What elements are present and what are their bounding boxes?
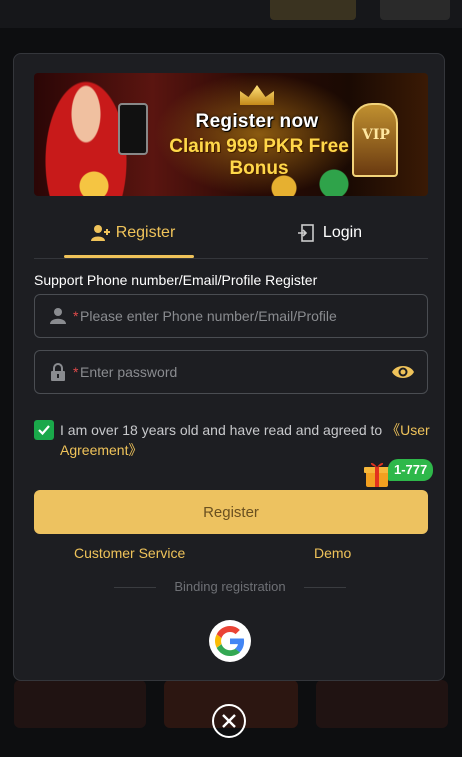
gift-icon[interactable] [364,460,390,488]
tab-register-label: Register [115,224,176,241]
close-modal-button[interactable] [212,704,246,738]
banner-headline: Register now [195,111,319,132]
auth-tabs: Register Login [34,210,428,259]
account-input[interactable] [80,295,380,337]
background-button [270,0,356,20]
show-password-eye-icon[interactable] [391,363,415,381]
login-door-icon [297,224,314,242]
promo-banner[interactable]: Register now Claim 999 PKR Free Bonus VI… [34,73,428,196]
agreement-checkbox[interactable] [34,420,54,440]
tab-register[interactable]: Register [34,210,231,256]
lock-icon [51,363,65,381]
checkmark-icon [38,425,50,436]
add-user-icon [90,225,110,241]
account-field: * [34,294,428,338]
register-modal: Register now Claim 999 PKR Free Bonus VI… [13,53,445,681]
agreement-text: I am over 18 years old and have read and… [60,420,430,460]
background-button [380,0,450,20]
vip-label: VIP [362,127,390,143]
close-icon [222,714,236,728]
password-field: * [34,350,428,394]
user-icon [50,308,66,324]
customer-service-link[interactable]: Customer Service [74,545,185,561]
google-login-button[interactable] [209,620,251,662]
tab-login-label: Login [322,224,363,241]
tab-login[interactable]: Login [231,210,428,256]
promo-badge[interactable]: 1-777 [388,459,434,481]
banner-coins [34,166,428,196]
google-icon [215,626,245,656]
agreement-statement: I am over 18 years old and have read and… [60,422,387,438]
required-mark: * [73,308,79,324]
background-topbar [0,0,462,28]
demo-link[interactable]: Demo [314,545,351,561]
background-tile [316,680,448,728]
required-mark: * [73,364,79,380]
background-tile [14,680,146,728]
register-button[interactable]: Register [34,490,428,534]
binding-registration-label: Binding registration [114,579,346,594]
active-tab-indicator [64,255,194,258]
support-label: Support Phone number/Email/Profile Regis… [34,272,318,288]
password-input[interactable] [80,351,380,393]
